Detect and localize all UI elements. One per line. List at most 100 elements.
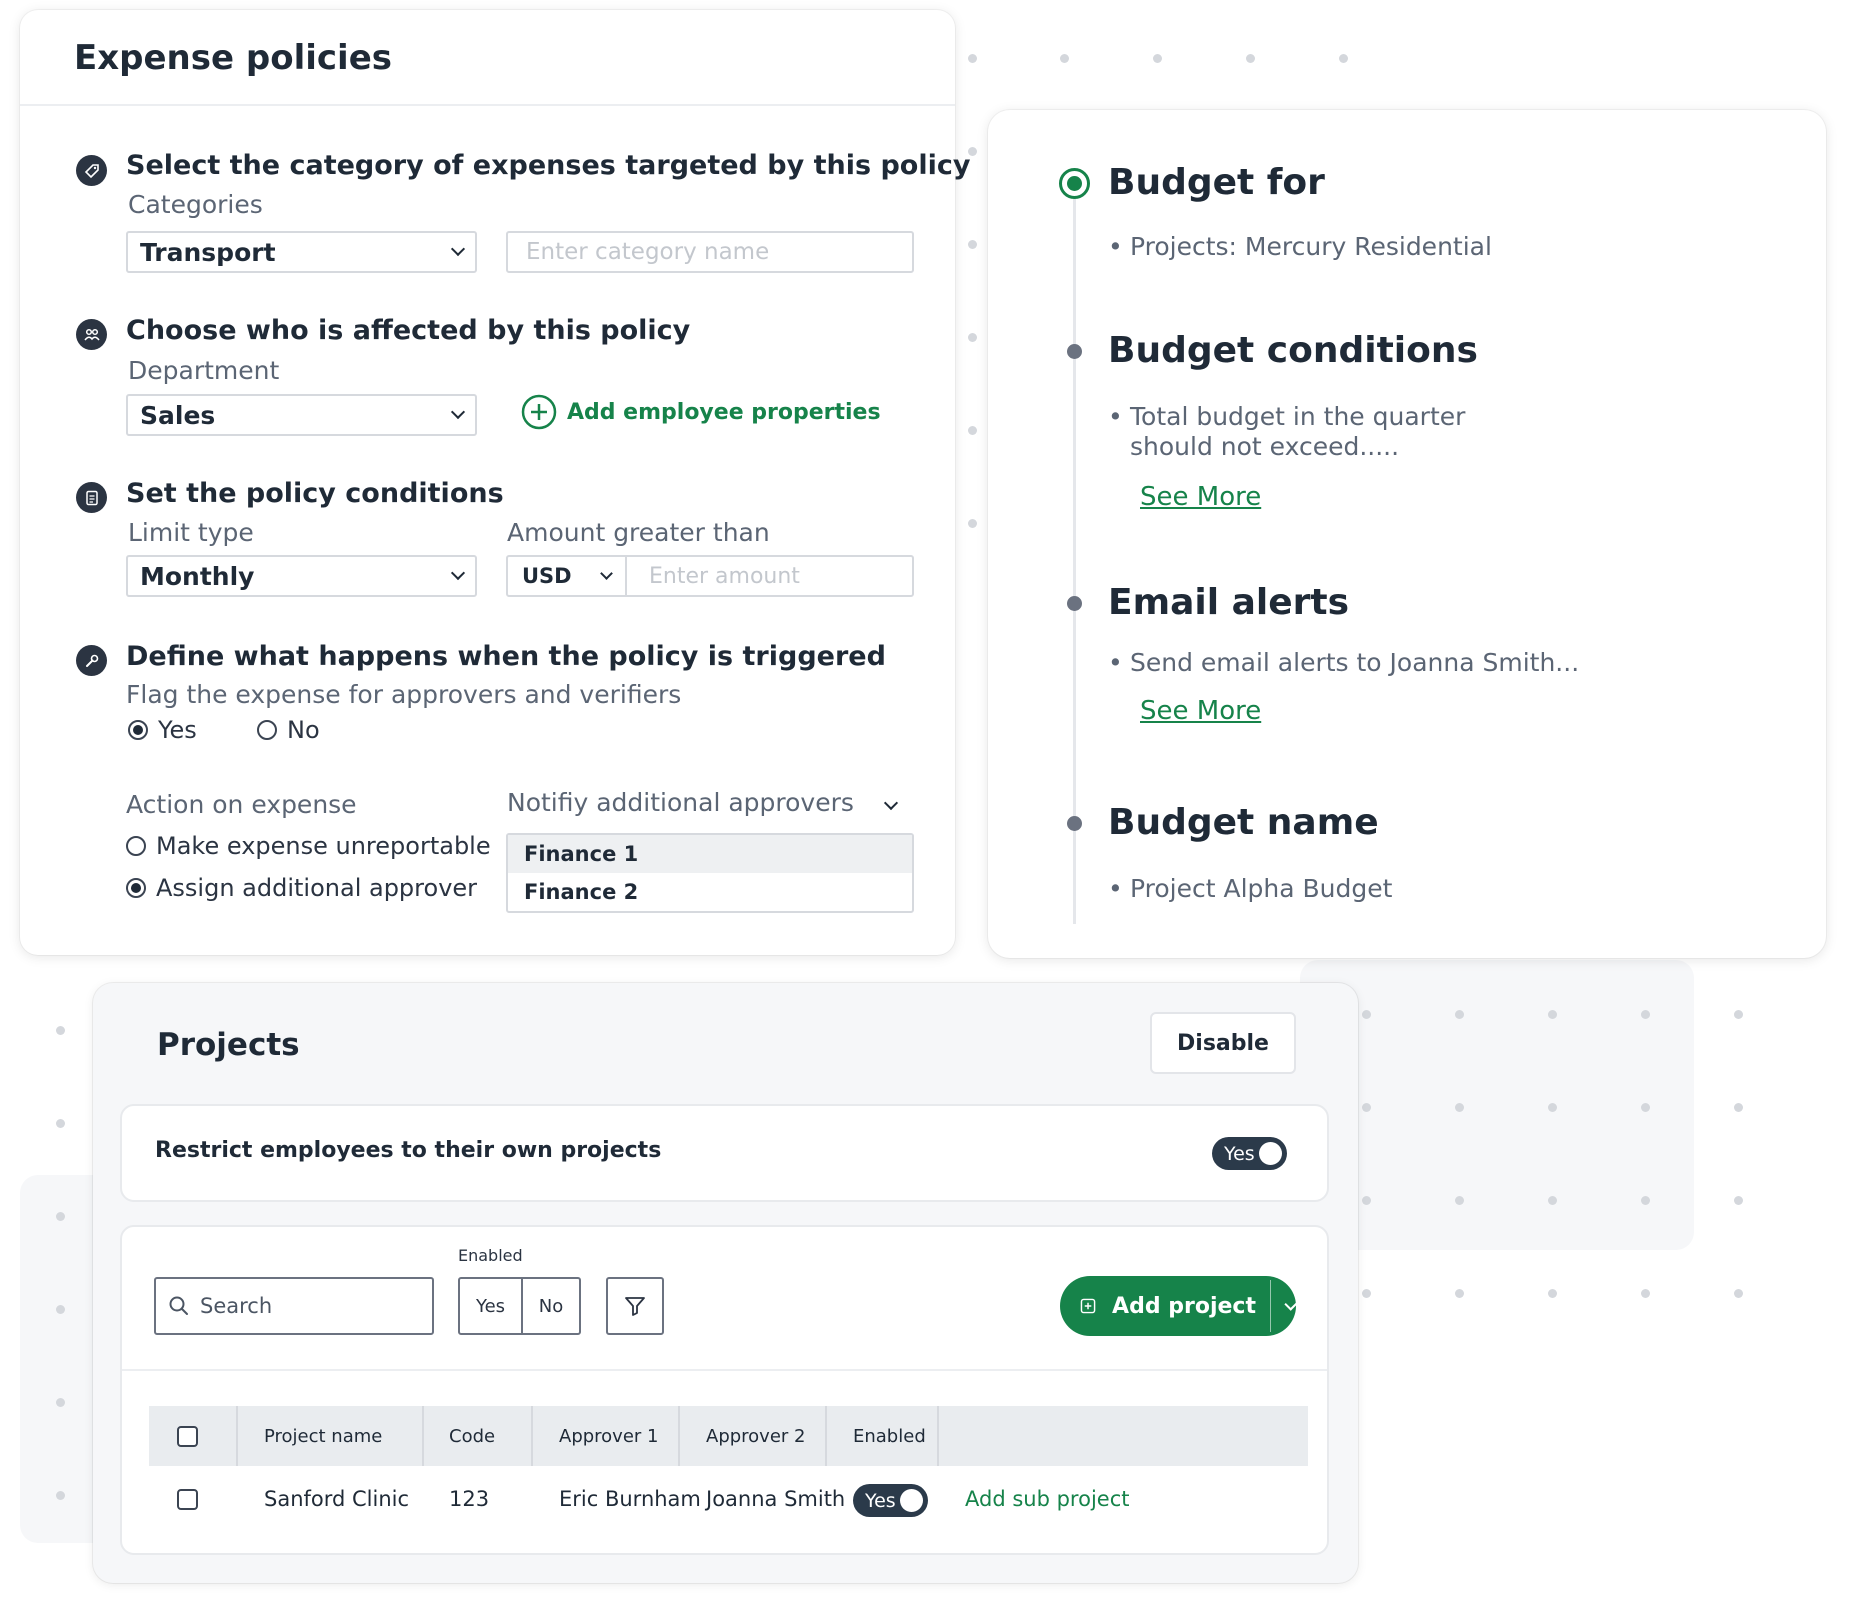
expense-policies-card: Expense policies Select the category of …: [20, 10, 970, 955]
timeline-marker: [1067, 816, 1082, 831]
column-divider: [678, 1406, 680, 1466]
limit-type-value: Monthly: [140, 561, 255, 591]
search-input[interactable]: Search: [154, 1277, 434, 1335]
tag-icon: [76, 155, 107, 186]
email-alerts-title: Email alerts: [1108, 582, 1350, 623]
categories-label: Categories: [128, 190, 263, 219]
budget-conditions-item: • Total budget in the quarter should not …: [1108, 402, 1466, 461]
see-more-link[interactable]: See More: [1140, 696, 1261, 726]
project-name-cell: Sanford Clinic: [264, 1487, 410, 1511]
enabled-filter-label: Enabled: [458, 1246, 523, 1265]
radio-unselected-icon: [126, 836, 146, 856]
row-enabled-toggle[interactable]: Yes: [853, 1484, 928, 1517]
category-select[interactable]: Transport: [126, 231, 477, 273]
add-project-label: Add project: [1112, 1293, 1256, 1319]
budget-name-item: • Project Alpha Budget: [1108, 874, 1393, 903]
restrict-panel: Restrict employees to their own projects…: [120, 1104, 1329, 1202]
budget-name-text: Project Alpha Budget: [1130, 874, 1393, 903]
currency-select[interactable]: USD: [508, 557, 627, 595]
flag-yes-radio[interactable]: Yes: [128, 716, 197, 744]
column-divider: [825, 1406, 827, 1466]
card-header: Expense policies: [20, 10, 955, 106]
action-on-expense-label: Action on expense: [126, 790, 357, 819]
projects-title: Projects: [157, 1027, 300, 1063]
budget-name-title: Budget name: [1108, 802, 1379, 843]
trigger-section-title: Define what happens when the policy is t…: [126, 641, 886, 672]
timeline-marker: [1067, 344, 1082, 359]
notify-option-finance-1[interactable]: Finance 1: [508, 835, 912, 873]
row-select-cell: [177, 1489, 198, 1510]
plus-square-icon: [1080, 1298, 1096, 1314]
toggle-knob: [1259, 1142, 1282, 1165]
category-name-input[interactable]: Enter category name: [506, 231, 914, 273]
notify-option-finance-2[interactable]: Finance 2: [508, 873, 912, 911]
column-header-approver-2[interactable]: Approver 2: [706, 1406, 805, 1466]
action-assign-approver-radio[interactable]: Assign additional approver: [126, 874, 477, 902]
see-more-link[interactable]: See More: [1140, 482, 1261, 512]
table-row: Sanford Clinic 123 Eric Burnham Joanna S…: [149, 1466, 1308, 1536]
chevron-down-icon[interactable]: [1284, 1296, 1299, 1310]
department-select-value: Sales: [140, 400, 216, 430]
limit-type-select[interactable]: Monthly: [126, 555, 477, 597]
column-header-enabled[interactable]: Enabled: [853, 1406, 926, 1466]
flag-label: Flag the expense for approvers and verif…: [126, 680, 682, 709]
radio-selected-icon: [126, 878, 146, 898]
restrict-toggle-label: Yes: [1224, 1142, 1255, 1165]
conditions-section-title: Set the policy conditions: [126, 478, 504, 509]
filter-button[interactable]: [606, 1277, 664, 1335]
add-employee-properties-button[interactable]: Add employee properties: [521, 394, 881, 430]
column-divider: [531, 1406, 533, 1466]
chevron-down-icon: [450, 565, 466, 581]
budget-for-item: • Projects: Mercury Residential: [1108, 232, 1492, 261]
timeline-active-marker: [1059, 168, 1090, 199]
email-alerts-item: • Send email alerts to Joanna Smith...: [1108, 648, 1580, 677]
select-all-cell: [177, 1406, 198, 1466]
projects-card: Projects Disable Restrict employees to t…: [93, 983, 1358, 1583]
toolbar-divider: [122, 1369, 1327, 1371]
notify-approvers-list: Finance 1 Finance 2: [506, 833, 914, 913]
add-sub-project-link[interactable]: Add sub project: [965, 1487, 1129, 1511]
toggle-knob: [900, 1489, 923, 1512]
column-divider: [236, 1406, 238, 1466]
approver-1-cell: Eric Burnham: [559, 1487, 701, 1511]
column-header-code[interactable]: Code: [449, 1406, 495, 1466]
email-alerts-text: Send email alerts to Joanna Smith...: [1130, 648, 1580, 677]
amount-input[interactable]: Enter amount: [627, 564, 800, 589]
limit-type-label: Limit type: [128, 518, 254, 547]
column-header-project-name[interactable]: Project name: [264, 1406, 382, 1466]
category-section-title: Select the category of expenses targeted…: [126, 150, 971, 181]
notify-chevron-icon[interactable]: [883, 795, 899, 811]
budget-conditions-title: Budget conditions: [1108, 330, 1478, 371]
action-unreportable-label: Make expense unreportable: [156, 832, 491, 860]
chevron-down-icon: [450, 241, 466, 257]
amount-label: Amount greater than: [507, 518, 770, 547]
restrict-toggle[interactable]: Yes: [1212, 1137, 1287, 1170]
enabled-yes-button[interactable]: Yes: [458, 1277, 523, 1335]
budget-conditions-text-2: should not exceed.....: [1130, 432, 1400, 461]
disable-button[interactable]: Disable: [1150, 1012, 1296, 1074]
affected-section-title: Choose who is affected by this policy: [126, 315, 691, 346]
code-cell: 123: [449, 1487, 490, 1511]
timeline-marker: [1067, 596, 1082, 611]
action-unreportable-radio[interactable]: Make expense unreportable: [126, 832, 491, 860]
projects-table: Project name Code Approver 1 Approver 2 …: [149, 1406, 1308, 1546]
radio-unselected-icon: [257, 720, 277, 740]
divider: [1269, 1280, 1272, 1332]
add-project-button[interactable]: Add project: [1060, 1276, 1299, 1336]
people-icon: [76, 319, 107, 350]
select-all-checkbox[interactable]: [177, 1425, 198, 1447]
row-enabled-label: Yes: [865, 1489, 896, 1512]
background-panel-right: [1300, 960, 1694, 1250]
plus-circle-icon: [521, 394, 557, 430]
category-select-value: Transport: [140, 237, 276, 267]
department-select[interactable]: Sales: [126, 394, 477, 436]
flag-no-radio[interactable]: No: [257, 716, 320, 744]
enabled-no-button[interactable]: No: [521, 1277, 581, 1335]
column-header-approver-1[interactable]: Approver 1: [559, 1406, 658, 1466]
row-checkbox[interactable]: [177, 1489, 198, 1510]
amount-field-group: USD Enter amount: [506, 555, 914, 597]
table-header: Project name Code Approver 1 Approver 2 …: [149, 1406, 1308, 1466]
chevron-down-icon: [450, 404, 466, 420]
action-assign-approver-label: Assign additional approver: [156, 874, 478, 902]
notify-approvers-label: Notifiy additional approvers: [507, 788, 854, 817]
